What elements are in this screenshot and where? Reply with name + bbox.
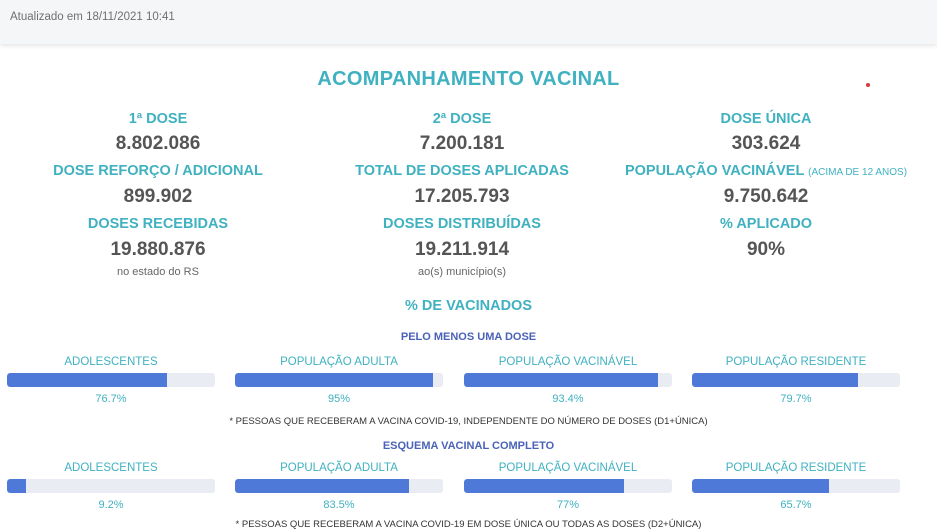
stat-label-second-dose: 2ª DOSE bbox=[432, 111, 492, 127]
progress-fill bbox=[7, 479, 27, 493]
progress-fill bbox=[692, 373, 858, 387]
bar-pct-vaccinable-population-complete: 77% bbox=[556, 499, 580, 511]
bar-label-resident-population: POPULAÇÃO RESIDENTE bbox=[725, 356, 867, 368]
stat-value-single-dose: 303.624 bbox=[731, 133, 801, 154]
bar-label-vaccinable-population-complete: POPULAÇÃO VACINÁVEL bbox=[498, 462, 638, 474]
stat-value-total-doses: 17.205.793 bbox=[414, 186, 510, 207]
progress-bar-resident-population-complete bbox=[692, 479, 900, 493]
footnote-at-least-one-dose: * PESSOAS QUE RECEBERAM A VACINA COVID-1… bbox=[229, 416, 708, 427]
bar-pct-adolescents-complete: 9.2% bbox=[98, 499, 124, 511]
stat-label-booster-dose: DOSE REFORÇO / ADICIONAL bbox=[53, 163, 263, 179]
stat-value-vaccinable-population: 9.750.642 bbox=[723, 186, 809, 207]
progress-fill bbox=[235, 373, 433, 387]
progress-bar-adult-population-complete bbox=[235, 479, 443, 493]
progress-bar-resident-population bbox=[692, 373, 900, 387]
stat-value-first-dose: 8.802.086 bbox=[115, 133, 201, 154]
progress-bar-vaccinable-population-complete bbox=[464, 479, 672, 493]
progress-bar-adult-population bbox=[235, 373, 443, 387]
bar-pct-vaccinable-population: 93.4% bbox=[552, 393, 584, 405]
bar-label-adult-population-complete: POPULAÇÃO ADULTA bbox=[280, 462, 398, 474]
bar-pct-resident-population-complete: 65.7% bbox=[780, 499, 812, 511]
progress-fill bbox=[235, 479, 409, 493]
bar-pct-adult-population: 95% bbox=[327, 393, 351, 405]
stat-value-second-dose: 7.200.181 bbox=[419, 133, 505, 154]
stat-label-single-dose: DOSE ÚNICA bbox=[720, 111, 812, 127]
bar-pct-adult-population-complete: 83.5% bbox=[323, 499, 355, 511]
updated-timestamp: Atualizado em 18/11/2021 10:41 bbox=[10, 11, 175, 23]
stat-label-doses-received: DOSES RECEBIDAS bbox=[87, 216, 229, 232]
bar-label-adult-population: POPULAÇÃO ADULTA bbox=[280, 356, 398, 368]
bar-label-resident-population-complete: POPULAÇÃO RESIDENTE bbox=[725, 462, 867, 474]
stat-note-doses-received: no estado do RS bbox=[117, 266, 199, 278]
bar-label-adolescents-complete: ADOLESCENTES bbox=[64, 462, 158, 474]
progress-fill bbox=[692, 479, 829, 493]
page-title: ACOMPANHAMENTO VACINAL bbox=[317, 68, 620, 90]
bar-label-adolescents: ADOLESCENTES bbox=[64, 356, 158, 368]
stat-label-vaccinable-population: POPULAÇÃO VACINÁVEL (ACIMA DE 12 ANOS) bbox=[624, 163, 908, 179]
progress-fill bbox=[464, 373, 659, 387]
progress-bar-adolescents-complete bbox=[7, 479, 215, 493]
progress-bar-vaccinable-population bbox=[464, 373, 672, 387]
stat-label-doses-distributed: DOSES DISTRIBUÍDAS bbox=[383, 216, 541, 232]
stat-note-doses-distributed: ao(s) município(s) bbox=[417, 266, 507, 278]
stat-label-total-doses: TOTAL DE DOSES APLICADAS bbox=[355, 163, 569, 179]
bar-pct-adolescents: 76.7% bbox=[95, 393, 127, 405]
bar-label-vaccinable-population: POPULAÇÃO VACINÁVEL bbox=[498, 356, 638, 368]
vaccinated-section-title: % DE VACINADOS bbox=[404, 298, 533, 314]
stat-value-percent-applied: 90% bbox=[746, 239, 786, 260]
progress-fill bbox=[464, 479, 625, 493]
stat-value-doses-received: 19.880.876 bbox=[110, 239, 206, 260]
stat-value-doses-distributed: 19.211.914 bbox=[414, 239, 510, 260]
stat-label-age-note: (ACIMA DE 12 ANOS) bbox=[808, 167, 908, 178]
complete-schedule-title: ESQUEMA VACINAL COMPLETO bbox=[382, 440, 555, 452]
status-dot bbox=[866, 83, 870, 87]
stat-value-booster-dose: 899.902 bbox=[123, 186, 193, 207]
at-least-one-dose-title: PELO MENOS UMA DOSE bbox=[400, 331, 537, 343]
footnote-complete-schedule: * PESSOAS QUE RECEBERAM A VACINA COVID-1… bbox=[235, 519, 702, 530]
progress-fill bbox=[7, 373, 167, 387]
stat-label-percent-applied: % APLICADO bbox=[719, 216, 813, 232]
bar-pct-resident-population: 79.7% bbox=[780, 393, 812, 405]
progress-bar-adolescents bbox=[7, 373, 215, 387]
stat-label-first-dose: 1ª DOSE bbox=[128, 111, 188, 127]
top-bar: Atualizado em 18/11/2021 10:41 bbox=[0, 0, 937, 44]
